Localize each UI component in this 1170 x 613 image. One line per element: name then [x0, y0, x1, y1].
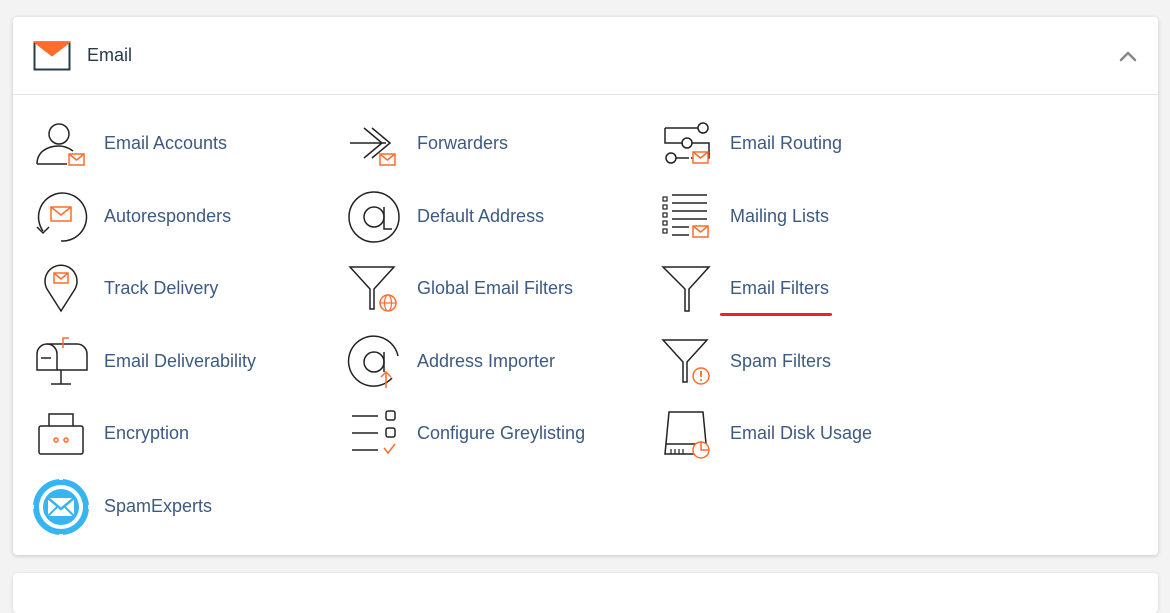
lock-icon [38, 413, 84, 455]
default-address-label: Default Address [417, 206, 545, 226]
routing-icon [664, 122, 710, 164]
disk-usage-icon [664, 411, 710, 459]
configure-greylisting-label: Configure Greylisting [417, 423, 586, 443]
forwarders-label: Forwarders [417, 133, 509, 153]
checklist-icon [352, 410, 396, 455]
panel-title: Email [87, 45, 133, 65]
mailbox-icon [36, 337, 88, 385]
user-mail-icon [36, 123, 85, 166]
email-accounts-label: Email Accounts [104, 133, 228, 153]
next-panel-edge [13, 573, 1158, 613]
autoresponder-icon [36, 192, 88, 242]
email-filters-label: Email Filters [730, 278, 830, 298]
track-delivery-label: Track Delivery [104, 278, 219, 298]
mailing-lists-label: Mailing Lists [730, 206, 830, 226]
email-routing-label: Email Routing [730, 133, 843, 153]
location-pin-icon [44, 264, 78, 313]
funnel-globe-icon [348, 266, 397, 312]
mailing-list-icon [662, 194, 709, 238]
at-sign-icon [348, 191, 400, 243]
address-importer-label: Address Importer [417, 351, 556, 371]
spam-filters-label: Spam Filters [730, 351, 832, 371]
autoresponders-label: Autoresponders [104, 206, 232, 226]
spamexperts-icon [31, 477, 91, 537]
funnel-warning-icon [661, 339, 710, 385]
funnel-icon [661, 266, 711, 312]
email-panel: Email Email Accounts Forwarders Email Ro… [13, 17, 1158, 555]
at-import-icon [347, 335, 399, 388]
envelope-icon [33, 41, 71, 71]
email-filters-underline [720, 313, 832, 316]
panel-header[interactable]: Email [13, 17, 1158, 95]
email-disk-usage-label: Email Disk Usage [730, 423, 873, 443]
chevron-up-icon[interactable] [1116, 45, 1140, 69]
spamexperts-label: SpamExperts [104, 496, 213, 516]
email-deliverability-label: Email Deliverability [104, 351, 257, 371]
forward-arrow-icon [350, 127, 396, 166]
encryption-label: Encryption [104, 423, 190, 443]
global-email-filters-label: Global Email Filters [417, 278, 574, 298]
